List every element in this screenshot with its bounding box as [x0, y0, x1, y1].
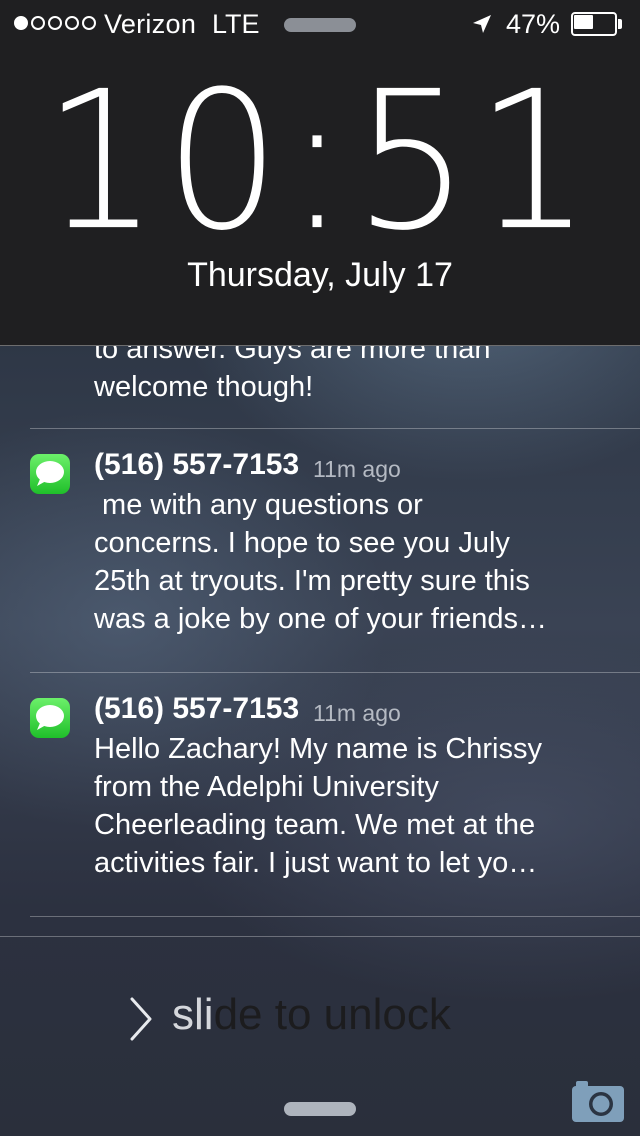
notification-line: concerns. I hope to see you July — [94, 527, 510, 559]
unlock-label-start: sli — [172, 990, 214, 1039]
signal-strength-icon — [14, 16, 96, 30]
notification-separator — [30, 428, 640, 429]
notification-line: was a joke by one of your friends… — [94, 603, 547, 635]
clock-date: Thursday, July 17 — [187, 256, 453, 294]
signal-dot — [31, 16, 45, 30]
signal-dot — [48, 16, 62, 30]
location-arrow-icon — [473, 15, 491, 33]
battery-fill — [574, 15, 593, 29]
notification-separator — [30, 916, 640, 917]
clock-time: 10:51 — [42, 49, 598, 273]
signal-dot — [82, 16, 96, 30]
chevron-right-icon — [130, 997, 152, 1041]
notification-sender: (516) 557-7153 — [94, 692, 300, 725]
notification-sender: (516) 557-7153 — [94, 448, 300, 481]
notification-line: from the Adelphi University — [94, 771, 439, 803]
divider — [0, 936, 640, 937]
carrier-name: Verizon — [104, 9, 197, 39]
clock-panel: 10:51 Thursday, July 17 — [0, 0, 640, 346]
unlock-label: slide to unlock — [172, 990, 451, 1040]
notification-body: Hello Zachary! My name is Chrissy from t… — [94, 730, 620, 882]
network-type: LTE — [212, 9, 260, 39]
slide-to-unlock[interactable]: slide to unlock — [120, 990, 540, 1050]
battery-tip — [618, 19, 622, 29]
notification-line: welcome though! — [94, 371, 314, 403]
notification-separator — [30, 672, 640, 673]
notification-time: 11m ago — [313, 700, 401, 726]
battery-icon — [571, 12, 625, 36]
divider — [0, 345, 640, 346]
notification-line: Hello Zachary! My name is Chrissy — [94, 733, 542, 765]
notification-line: to answer. Guys are more than — [94, 346, 491, 365]
messages-icon — [30, 698, 70, 738]
notification-line: me with any questions or — [94, 489, 423, 521]
notification-partial[interactable]: to answer. Guys are more than welcome th… — [94, 346, 614, 406]
status-bar: Verizon LTE 47% — [0, 0, 640, 48]
notification-line: 25th at tryouts. I'm pretty sure this — [94, 565, 530, 597]
control-center-pill[interactable] — [284, 1102, 356, 1116]
notification-time: 11m ago — [313, 456, 401, 482]
notification-line: Cheerleading team. We met at the — [94, 809, 536, 841]
notification-list[interactable]: to answer. Guys are more than welcome th… — [0, 346, 640, 936]
notification-body: me with any questions or concerns. I hop… — [94, 486, 620, 638]
signal-dot — [14, 16, 28, 30]
unlock-label-end: de to unlock — [213, 990, 451, 1039]
camera-icon[interactable] — [570, 1078, 626, 1124]
notification-line: activities fair. I just want to let yo… — [94, 847, 538, 879]
messages-icon — [30, 454, 70, 494]
notification-center-pill[interactable] — [284, 18, 356, 32]
battery-percent: 47% — [506, 9, 561, 39]
signal-dot — [65, 16, 79, 30]
